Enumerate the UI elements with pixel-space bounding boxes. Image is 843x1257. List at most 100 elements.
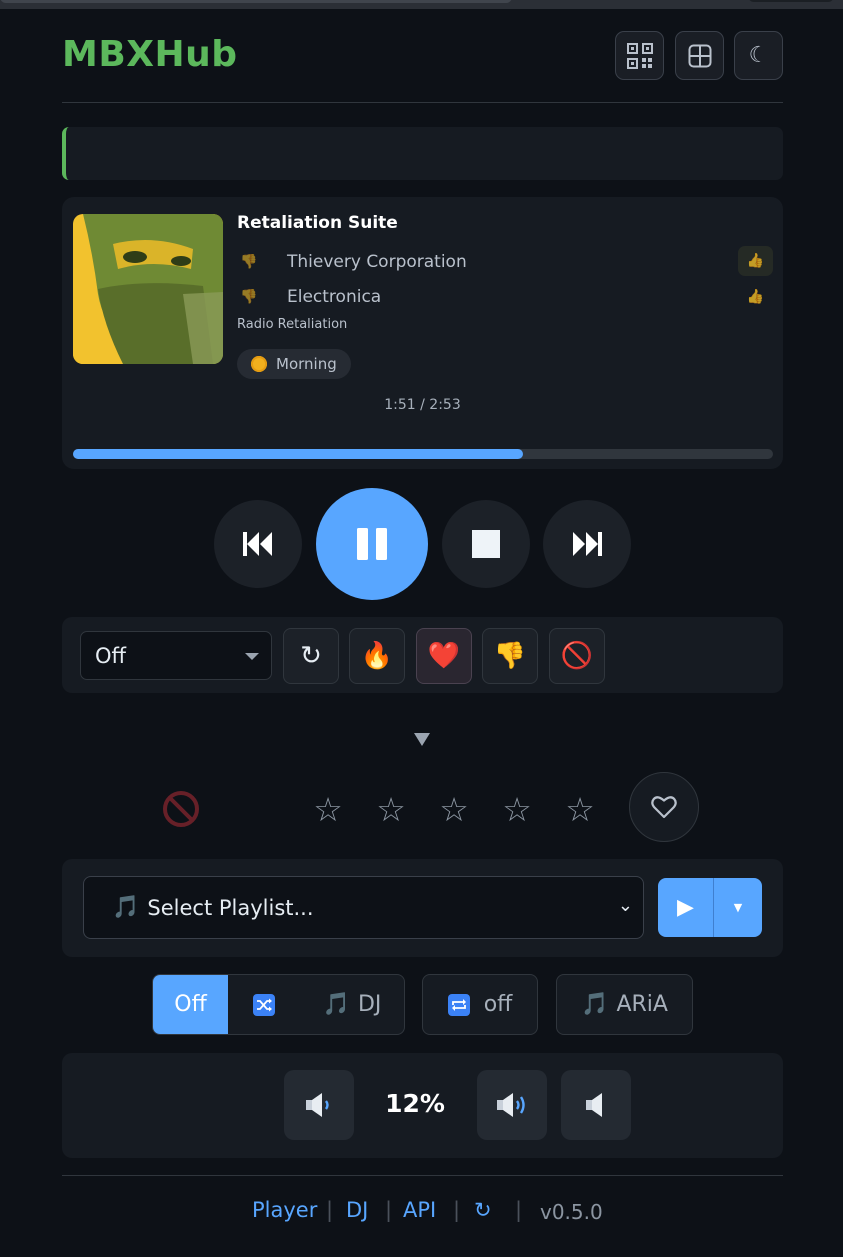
now-playing-card: Retaliation Suite 👎 Thievery Corporation… <box>62 197 783 469</box>
version-label: v0.5.0 <box>540 1200 603 1224</box>
rating-star-4[interactable]: ☆ <box>499 790 535 829</box>
grid-layout-button[interactable] <box>675 31 724 80</box>
previous-button[interactable] <box>214 500 302 588</box>
volume-up-button[interactable] <box>477 1070 547 1140</box>
pause-icon <box>357 528 387 560</box>
control-bar: Off ↻ 🔥 ❤️ 👎 🚫 <box>62 617 783 693</box>
mode-select[interactable]: Off <box>80 631 272 680</box>
next-icon <box>573 532 602 556</box>
genre-name[interactable]: Electronica <box>287 287 381 307</box>
footer-separator: | <box>326 1198 334 1222</box>
love-button[interactable]: ❤️ <box>416 628 472 684</box>
repeat-icon <box>447 993 470 1016</box>
thumbs-up-icon: 👍 <box>746 253 765 269</box>
playlist-options-button[interactable]: ▼ <box>714 878 762 937</box>
ban-button[interactable]: 🚫 <box>549 628 605 684</box>
shuffle-off-label: Off <box>174 992 207 1017</box>
header: MBXHub ☾ <box>62 28 783 88</box>
mute-button[interactable] <box>561 1070 631 1140</box>
repeat-button[interactable]: off <box>422 974 538 1035</box>
grid-layout-icon <box>688 44 711 67</box>
footer-separator: | <box>385 1198 393 1222</box>
volume-down-button[interactable] <box>284 1070 354 1140</box>
aria-label: ARiA <box>616 992 668 1017</box>
progress-bar[interactable] <box>73 449 773 459</box>
artist-dislike-icon[interactable]: 👎 <box>237 250 261 274</box>
footer-separator: | <box>515 1198 523 1222</box>
rating-star-1[interactable]: ☆ <box>310 790 346 829</box>
expand-toggle-icon[interactable] <box>414 733 430 746</box>
moon-icon: ☾ <box>748 43 769 68</box>
station-name: Radio Retaliation <box>237 317 348 332</box>
music-note-icon: 🎵 <box>322 992 350 1017</box>
rating-star-2[interactable]: ☆ <box>373 790 409 829</box>
dj-mode-button[interactable]: 🎵 DJ <box>300 975 404 1034</box>
mode-select-value: Off <box>95 643 126 668</box>
volume-percent: 12% <box>385 1089 445 1118</box>
qr-code-icon <box>626 42 653 69</box>
shuffle-off-button[interactable]: Off <box>153 975 228 1034</box>
mood-label: Morning <box>276 355 337 373</box>
dropdown-arrow-icon: ▼ <box>733 901 743 914</box>
fire-icon: 🔥 <box>360 641 394 671</box>
speaker-mute-icon <box>586 1093 602 1117</box>
favorite-button[interactable] <box>629 772 699 842</box>
next-button[interactable] <box>543 500 631 588</box>
browser-top-strip <box>0 0 843 9</box>
footer-separator: | <box>453 1198 461 1222</box>
artist-name[interactable]: Thievery Corporation <box>287 252 467 272</box>
sun-icon <box>251 356 267 372</box>
artist-like-button[interactable]: 👍 <box>738 246 773 276</box>
fire-button[interactable]: 🔥 <box>349 628 405 684</box>
qr-code-button[interactable] <box>615 31 664 80</box>
shuffle-mode-group: Off 🎵 DJ <box>152 974 405 1035</box>
heart-outline-icon <box>651 796 677 819</box>
playlist-panel: 🎵 Select Playlist... ⌄ ▶ ▼ <box>62 859 783 957</box>
genre-dislike-icon[interactable]: 👎 <box>237 285 261 309</box>
album-art-image <box>73 214 223 364</box>
repeat-label: off <box>483 992 513 1017</box>
browser-control-edge <box>748 0 834 2</box>
footer-divider <box>62 1175 783 1176</box>
shuffle-button[interactable] <box>228 975 300 1034</box>
caret-down-icon <box>245 653 259 660</box>
ban-rating-icon[interactable] <box>162 790 200 828</box>
dislike-button[interactable]: 👎 <box>482 628 538 684</box>
reload-button[interactable]: ↻ <box>283 628 339 684</box>
genre-row: 👎 Electronica <box>237 284 381 310</box>
footer-refresh-icon[interactable]: ↻ <box>474 1198 492 1222</box>
album-art[interactable] <box>73 214 223 364</box>
stop-icon <box>472 530 500 558</box>
genre-like-button[interactable]: 👍 <box>738 282 773 312</box>
thumbs-down-icon: 👎 <box>493 641 527 671</box>
playlist-select-label: Select Playlist... <box>147 895 314 920</box>
footer-link-api[interactable]: API <box>403 1198 436 1222</box>
header-divider <box>62 102 783 103</box>
track-time: 1:51 / 2:53 <box>384 397 461 413</box>
chevron-down-icon: ⌄ <box>617 895 633 916</box>
music-note-icon: 🎵 <box>112 895 140 920</box>
track-title: Retaliation Suite <box>237 213 398 233</box>
pause-button[interactable] <box>316 488 428 600</box>
progress-fill <box>73 449 524 459</box>
footer-link-player[interactable]: Player <box>252 1198 317 1222</box>
theme-toggle-button[interactable]: ☾ <box>734 31 783 80</box>
volume-panel: 12% <box>62 1053 783 1158</box>
shuffle-icon <box>253 993 275 1016</box>
brand-title: MBXHub <box>62 34 238 75</box>
playlist-play-split-button: ▶ ▼ <box>658 878 762 937</box>
ban-icon: 🚫 <box>560 641 594 671</box>
footer-link-dj[interactable]: DJ <box>346 1198 368 1222</box>
stop-button[interactable] <box>442 500 530 588</box>
music-note-icon: 🎵 <box>581 992 609 1017</box>
dj-mode-label: DJ <box>357 992 382 1017</box>
browser-tab-edge <box>0 0 512 3</box>
play-playlist-button[interactable]: ▶ <box>658 878 713 937</box>
play-icon: ▶ <box>677 895 694 920</box>
mood-badge[interactable]: Morning <box>237 349 351 379</box>
aria-button[interactable]: 🎵 ARiA <box>556 974 693 1035</box>
rating-star-5[interactable]: ☆ <box>562 790 598 829</box>
previous-icon <box>243 532 272 556</box>
rating-star-3[interactable]: ☆ <box>436 790 472 829</box>
playlist-select[interactable]: 🎵 Select Playlist... ⌄ <box>83 876 644 939</box>
